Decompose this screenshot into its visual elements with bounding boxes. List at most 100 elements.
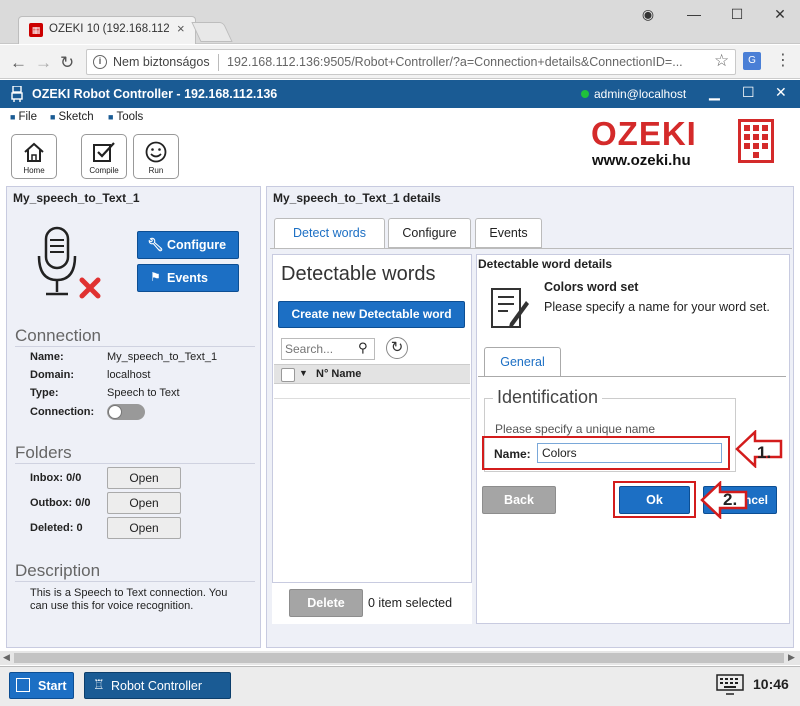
microphone-error-icon bbox=[37, 226, 101, 299]
robot-controller-label: Robot Controller bbox=[111, 679, 203, 693]
search-field[interactable]: ⚲ bbox=[281, 338, 375, 360]
type-key: Type: bbox=[30, 387, 59, 399]
browser-tab-title: OZEKI 10 (192.168.112.13 bbox=[49, 23, 169, 35]
annotation-label-1: 1. bbox=[757, 443, 772, 462]
home-button[interactable]: Home bbox=[11, 134, 57, 179]
start-icon bbox=[16, 678, 30, 692]
tab-configure[interactable]: Configure bbox=[388, 218, 471, 248]
item-title: Colors word set bbox=[544, 280, 639, 294]
minimize-window-icon[interactable]: — bbox=[679, 4, 709, 24]
tab-strip-line bbox=[270, 248, 792, 249]
menu-sketch[interactable]: ■ Sketch bbox=[50, 111, 94, 123]
url-omnibox[interactable]: i Nem biztonságos 192.168.112.136:9505/R… bbox=[86, 49, 736, 75]
run-label: Run bbox=[148, 166, 164, 175]
clock: 10:46 bbox=[753, 676, 789, 692]
back-arrow-icon[interactable]: ← bbox=[10, 53, 27, 73]
inbox-open-button[interactable]: Open bbox=[107, 467, 181, 489]
url-text[interactable]: 192.168.112.136:9505/Robot+Controller/?a… bbox=[227, 55, 703, 69]
configure-button[interactable]: 🔧︎ Configure bbox=[137, 231, 239, 259]
refresh-icon[interactable]: ↻ bbox=[386, 337, 408, 359]
compile-label: Compile bbox=[89, 166, 119, 175]
info-icon[interactable]: i bbox=[93, 55, 107, 69]
selection-status: 0 item selected bbox=[368, 596, 453, 610]
item-description: Please specify a name for your word set. bbox=[544, 300, 770, 314]
connection-toggle[interactable] bbox=[107, 404, 145, 420]
back-button[interactable]: Back bbox=[482, 486, 556, 514]
details-pane-title: My_speech_to_Text_1 details bbox=[273, 191, 441, 205]
connection-key: Connection: bbox=[30, 406, 95, 418]
sort-chevron-icon[interactable]: ▼ bbox=[299, 368, 308, 378]
user-label[interactable]: admin@localhost bbox=[594, 87, 686, 101]
omnibox-divider bbox=[218, 54, 219, 71]
outbox-key: Outbox: 0/0 bbox=[30, 497, 91, 509]
start-label: Start bbox=[38, 679, 67, 693]
home-label: Home bbox=[23, 166, 45, 175]
close-window-icon[interactable]: ✕ bbox=[765, 4, 795, 24]
app-close-icon[interactable]: ✕ bbox=[775, 84, 787, 101]
menu-tools[interactable]: ■ Tools bbox=[108, 111, 143, 123]
scrollbar-thumb[interactable] bbox=[14, 653, 784, 663]
reload-icon[interactable]: ↻ bbox=[60, 53, 74, 73]
compile-button[interactable]: Compile bbox=[81, 134, 127, 179]
translate-icon[interactable]: G bbox=[743, 52, 761, 70]
app-minimize-icon[interactable]: ▁ bbox=[709, 84, 720, 101]
annotation-label-2: 2. bbox=[723, 490, 738, 509]
home-icon bbox=[24, 142, 44, 162]
create-detectable-word-button[interactable]: Create new Detectable word bbox=[278, 301, 465, 328]
details-heading: Detectable word details bbox=[478, 257, 613, 271]
list-row-divider bbox=[274, 398, 470, 399]
inbox-key: Inbox: 0/0 bbox=[30, 472, 82, 484]
start-button[interactable]: Start bbox=[9, 672, 74, 699]
scroll-right-icon[interactable]: ▶ bbox=[788, 652, 795, 663]
tab-detect-words[interactable]: Detect words bbox=[274, 218, 385, 248]
tab-general[interactable]: General bbox=[484, 347, 561, 377]
outbox-open-button[interactable]: Open bbox=[107, 492, 181, 514]
taskbar-robot-controller[interactable]: ♖ Robot Controller bbox=[84, 672, 231, 699]
ok-button[interactable]: Ok bbox=[619, 486, 690, 514]
name-key: Name: bbox=[30, 351, 64, 363]
events-label: Events bbox=[167, 271, 208, 285]
run-button[interactable]: Run bbox=[133, 134, 179, 179]
search-icon[interactable]: ⚲ bbox=[358, 340, 368, 356]
name-hint: Please specify a unique name bbox=[495, 422, 656, 436]
name-input[interactable] bbox=[537, 443, 722, 463]
deleted-key: Deleted: 0 bbox=[30, 522, 83, 534]
delete-button[interactable]: Delete bbox=[289, 589, 363, 617]
deleted-open-button[interactable]: Open bbox=[107, 517, 181, 539]
smiley-icon bbox=[145, 141, 167, 163]
divider bbox=[15, 463, 255, 464]
robot-controller-icon: ♖ bbox=[93, 677, 105, 692]
connection-pane-title: My_speech_to_Text_1 bbox=[13, 191, 140, 205]
robot-logo-icon bbox=[11, 86, 23, 102]
keyboard-icon[interactable] bbox=[716, 674, 744, 696]
folders-heading: Folders bbox=[15, 443, 72, 462]
tab-events[interactable]: Events bbox=[475, 218, 542, 248]
identification-legend: Identification bbox=[493, 387, 603, 408]
name-value: My_speech_to_Text_1 bbox=[107, 351, 218, 363]
browser-tab[interactable]: ▦ OZEKI 10 (192.168.112.13 × bbox=[18, 16, 196, 44]
forward-arrow-icon[interactable]: → bbox=[35, 53, 52, 73]
general-tab-line bbox=[478, 376, 786, 377]
profile-icon[interactable]: ◉ bbox=[633, 4, 663, 24]
list-header-row: ▼ N° Name bbox=[274, 364, 470, 384]
menu-file[interactable]: ■ File bbox=[10, 111, 37, 123]
description-heading: Description bbox=[15, 561, 101, 580]
events-button[interactable]: ⚑ Events bbox=[137, 264, 239, 292]
search-input[interactable] bbox=[285, 341, 355, 357]
app-header: OZEKI Robot Controller - 192.168.112.136… bbox=[0, 80, 800, 108]
horizontal-scrollbar[interactable]: ◀ ▶ bbox=[0, 651, 800, 665]
divider bbox=[15, 346, 255, 347]
select-all-checkbox[interactable] bbox=[281, 368, 295, 382]
flag-icon: ⚑ bbox=[150, 270, 161, 284]
bookmark-star-icon[interactable]: ☆ bbox=[714, 51, 729, 71]
column-header[interactable]: N° Name bbox=[316, 368, 361, 380]
browser-menu-icon[interactable]: ⋮ bbox=[775, 50, 791, 70]
scroll-left-icon[interactable]: ◀ bbox=[3, 652, 10, 663]
close-tab-icon[interactable]: × bbox=[177, 21, 185, 36]
online-status-dot bbox=[581, 90, 589, 98]
app-title: OZEKI Robot Controller - 192.168.112.136 bbox=[32, 87, 278, 101]
security-label: Nem biztonságos bbox=[113, 55, 210, 69]
app-maximize-icon[interactable]: ☐ bbox=[742, 84, 755, 101]
connection-heading: Connection bbox=[15, 326, 102, 345]
maximize-window-icon[interactable]: ☐ bbox=[722, 4, 752, 24]
